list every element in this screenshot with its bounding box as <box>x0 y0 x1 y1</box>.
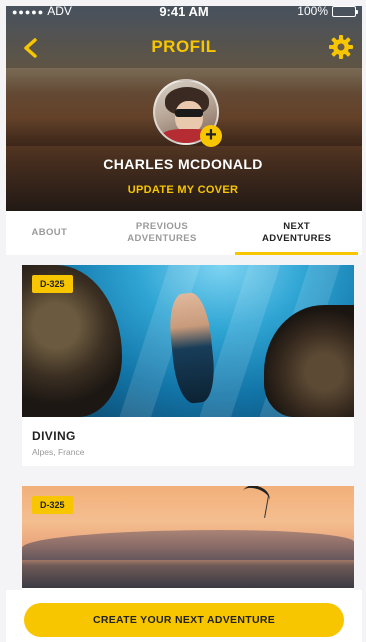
adventure-info: DIVING Alpes, France <box>22 417 354 469</box>
adventure-image-diving: D-325 <box>22 265 354 417</box>
adventure-image-kitesurf: D-325 <box>22 486 354 588</box>
phone-screen: ●●●●● ADV 9:41 AM 100% PROFIL + CHARLES … <box>0 0 366 642</box>
create-adventure-button[interactable]: CREATE YOUR NEXT ADVENTURE <box>24 603 344 637</box>
plus-icon[interactable]: + <box>200 125 222 147</box>
battery-status: 100% <box>297 4 358 18</box>
tab-bar: ABOUT PREVIOUS ADVENTURES NEXT ADVENTURE… <box>6 211 362 255</box>
tab-about[interactable]: ABOUT <box>6 211 93 255</box>
tab-next-adventures[interactable]: NEXT ADVENTURES <box>231 211 362 255</box>
battery-icon <box>332 5 358 17</box>
countdown-badge: D-325 <box>32 496 73 514</box>
update-cover-link[interactable]: UPDATE MY COVER <box>0 184 366 196</box>
status-bar: ●●●●● ADV 9:41 AM 100% <box>6 0 362 22</box>
adventure-location: Alpes, France <box>32 447 85 457</box>
tab-previous-adventures[interactable]: PREVIOUS ADVENTURES <box>93 211 232 255</box>
adventure-title: DIVING <box>32 429 76 443</box>
profile-name: CHARLES MCDONALD <box>103 156 263 172</box>
adventure-card[interactable]: D-325 DIVING Alpes, France <box>22 265 354 466</box>
gear-icon[interactable] <box>328 34 354 60</box>
countdown-badge: D-325 <box>32 275 73 293</box>
battery-percent: 100% <box>297 4 328 18</box>
top-nav: PROFIL <box>6 28 362 66</box>
page-title: PROFIL <box>151 37 217 56</box>
bottom-action-bar: CREATE YOUR NEXT ADVENTURE <box>6 590 362 642</box>
